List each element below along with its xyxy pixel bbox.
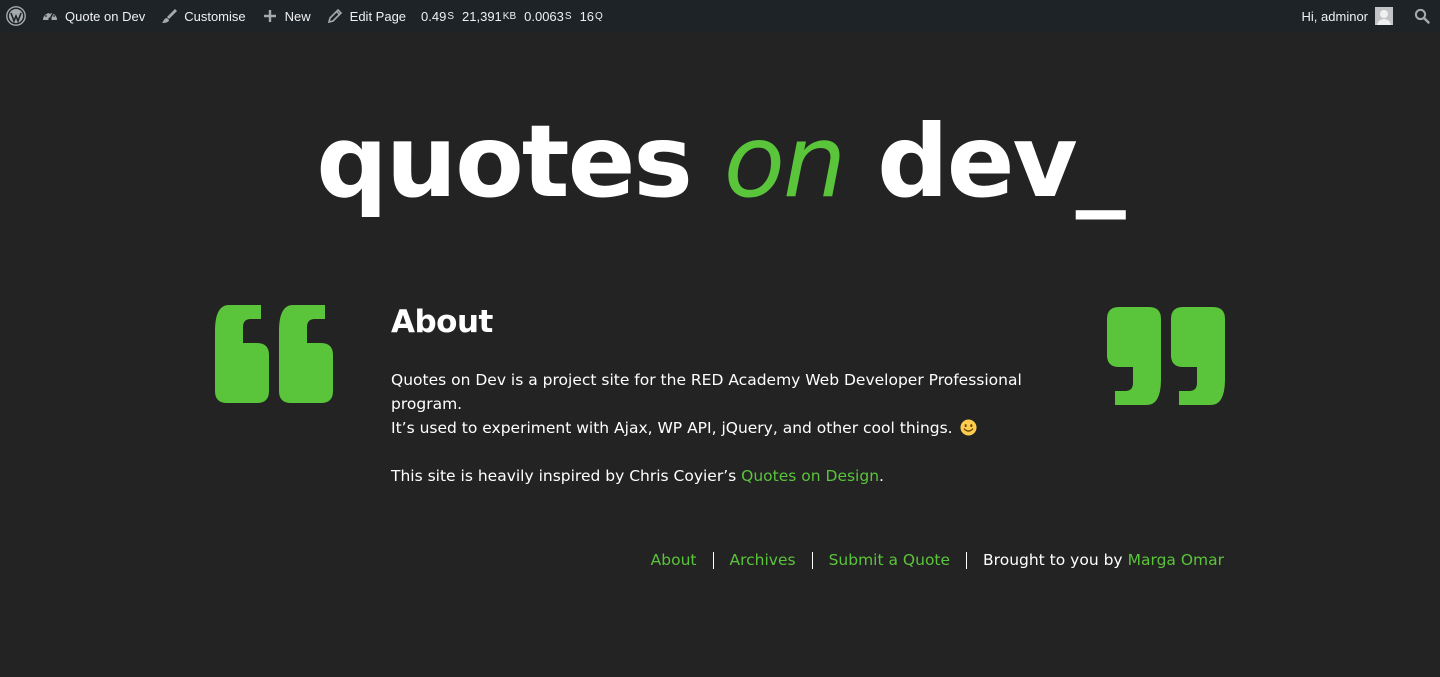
footer-credit-prefix: Brought to you by [983,551,1123,569]
footer-link-submit-quote[interactable]: Submit a Quote [829,548,950,572]
site-name-menu[interactable]: Quote on Dev [33,0,152,32]
admin-toolbar: Quote on Dev Customise New Edit Page 0.4… [0,0,1440,32]
page-content: About Quotes on Dev is a project site fo… [391,300,1071,488]
logo-text-dev: dev_ [844,103,1126,220]
site-name-label: Quote on Dev [65,8,146,24]
customise-menu[interactable]: Customise [152,0,252,32]
customise-label: Customise [184,8,246,24]
admin-toolbar-right: Hi, adminor [1295,0,1440,32]
query-count-unit: Q [595,10,603,22]
close-quote-icon [1107,307,1225,405]
footer-credit-link[interactable]: Marga Omar [1128,548,1224,572]
pencil-icon [325,6,345,26]
avatar [1375,7,1393,25]
wordpress-menu[interactable] [0,0,33,32]
logo-text-on: on [723,103,847,220]
plus-icon [260,6,280,26]
footer-divider [811,551,813,569]
memory-value: 21,391 [462,8,502,24]
inspiration-paragraph: This site is heavily inspired by Chris C… [391,464,1071,488]
query-time-value: 0.0063 [524,8,564,24]
site-logo[interactable]: quotes on dev_ [0,92,1440,232]
logo-text-quotes: quotes [316,103,724,220]
footer-divider [966,551,968,569]
memory-stat: 21,391 KB [458,0,520,32]
brush-icon [159,6,179,26]
page-title: About [391,304,493,340]
memory-unit: KB [502,10,517,22]
smiley-icon [960,419,977,436]
quotes-on-design-link[interactable]: Quotes on Design [741,467,879,485]
query-monitor-stats[interactable]: 0.49 S 21,391 KB 0.0063 S 16 Q [417,0,607,32]
query-time-unit: S [564,10,572,22]
site-footer: About Archives Submit a Quote Brought to… [651,548,1224,572]
footer-divider [712,551,714,569]
wordpress-logo-icon [6,6,26,26]
search-button[interactable] [1400,0,1440,32]
inspiration-prefix: This site is heavily inspired by Chris C… [391,467,742,485]
greeting-label: Hi, adminor [1301,8,1368,24]
new-label: New [284,8,311,24]
page-time-unit: S [447,10,455,22]
edit-page-label: Edit Page [349,8,407,24]
inspiration-suffix: . [879,467,884,485]
page-time-value: 0.49 [421,8,447,24]
footer-link-archives[interactable]: Archives [730,548,796,572]
about-line-1: Quotes on Dev is a project site for the … [391,371,1022,413]
query-count-stat: 16 Q [576,0,607,32]
new-content-menu[interactable]: New [253,0,318,32]
query-count-value: 16 [579,8,595,24]
open-quote-icon [215,305,333,403]
query-time-stat: 0.0063 S [520,0,575,32]
dashboard-icon [40,6,60,26]
footer-link-about[interactable]: About [651,548,697,572]
my-account-menu[interactable]: Hi, adminor [1295,0,1400,32]
page-time-stat: 0.49 S [417,0,458,32]
search-icon [1412,6,1432,26]
about-line-2: It’s used to experiment with Ajax, WP AP… [391,419,953,437]
edit-page-menu[interactable]: Edit Page [318,0,413,32]
about-paragraph: Quotes on Dev is a project site for the … [391,368,1071,440]
